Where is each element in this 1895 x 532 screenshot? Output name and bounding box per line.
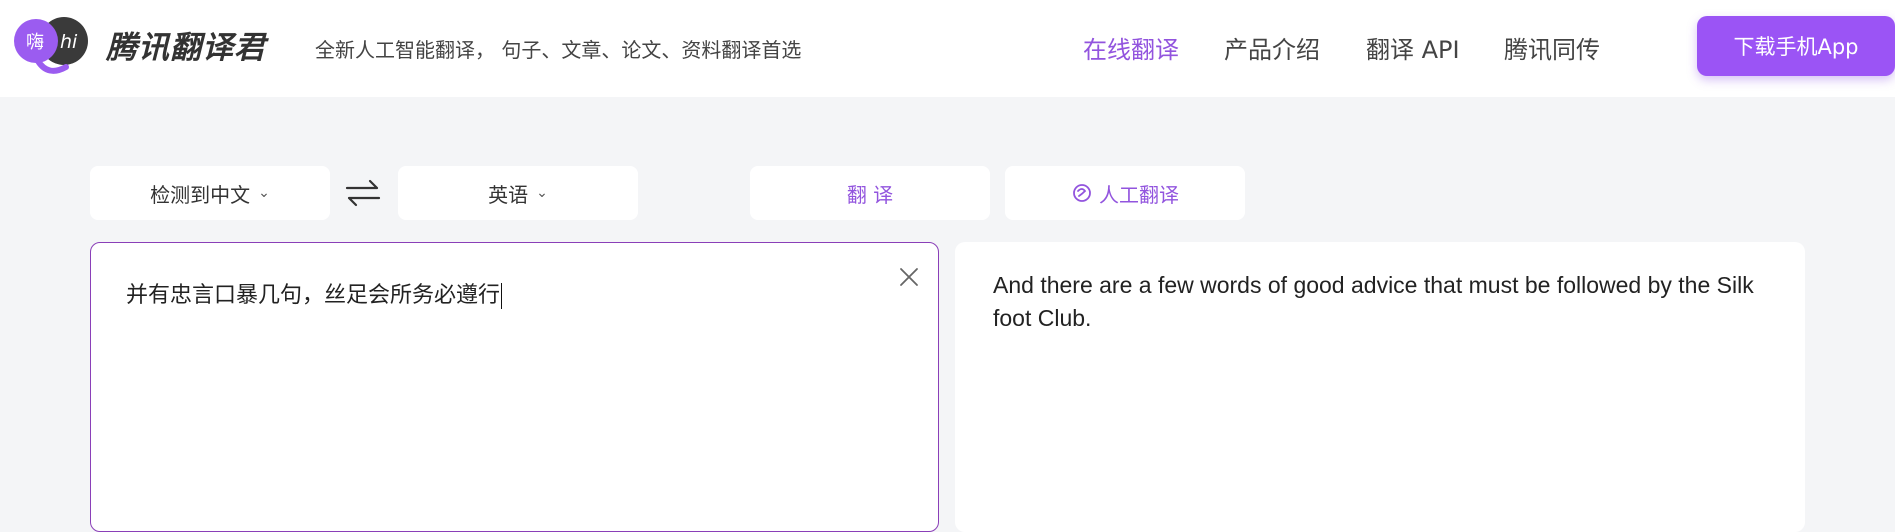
- nav-translate-api[interactable]: 翻译 API: [1366, 30, 1460, 65]
- swap-languages-icon[interactable]: [344, 178, 382, 208]
- header-slogan: 全新人工智能翻译， 句子、文章、论文、资料翻译首选: [315, 38, 802, 62]
- source-text-input[interactable]: 并有忠言口暴几句，丝足会所务必遵行: [126, 277, 503, 309]
- top-header: 嗨 hi 腾讯翻译君 全新人工智能翻译， 句子、文章、论文、资料翻译首选 在线翻…: [0, 0, 1895, 97]
- chevron-down-icon: ⌄: [258, 185, 270, 201]
- close-icon[interactable]: [897, 265, 921, 289]
- nav-tencent-interpretation[interactable]: 腾讯同传: [1504, 30, 1600, 65]
- nav-product-intro[interactable]: 产品介绍: [1224, 30, 1320, 65]
- source-text-panel[interactable]: 并有忠言口暴几句，丝足会所务必遵行: [90, 242, 939, 532]
- source-text-value: 并有忠言口暴几句，丝足会所务必遵行: [126, 283, 501, 308]
- logo-badge-text: 嗨: [26, 32, 44, 53]
- result-text-panel: And there are a few words of good advice…: [955, 242, 1805, 532]
- translation-result: And there are a few words of good advice…: [993, 272, 1754, 331]
- human-translate-icon: [1073, 184, 1091, 202]
- app-logo[interactable]: 嗨 hi: [8, 15, 88, 77]
- download-app-button[interactable]: 下载手机App: [1697, 16, 1895, 76]
- target-language-select[interactable]: 英语 ⌄: [398, 166, 638, 220]
- source-language-label: 检测到中文: [150, 182, 251, 207]
- brand-name: 腾讯翻译君: [106, 30, 266, 66]
- chevron-down-icon: ⌄: [536, 185, 548, 201]
- nav-online-translate[interactable]: 在线翻译: [1083, 30, 1179, 65]
- translate-button[interactable]: 翻 译: [750, 166, 990, 220]
- human-translate-label: 人工翻译: [1099, 182, 1179, 207]
- human-translate-button[interactable]: 人工翻译: [1005, 166, 1245, 220]
- source-language-select[interactable]: 检测到中文 ⌄: [90, 166, 330, 220]
- logo-hi-text: hi: [60, 31, 78, 53]
- text-cursor: [501, 283, 503, 309]
- target-language-label: 英语: [488, 182, 529, 207]
